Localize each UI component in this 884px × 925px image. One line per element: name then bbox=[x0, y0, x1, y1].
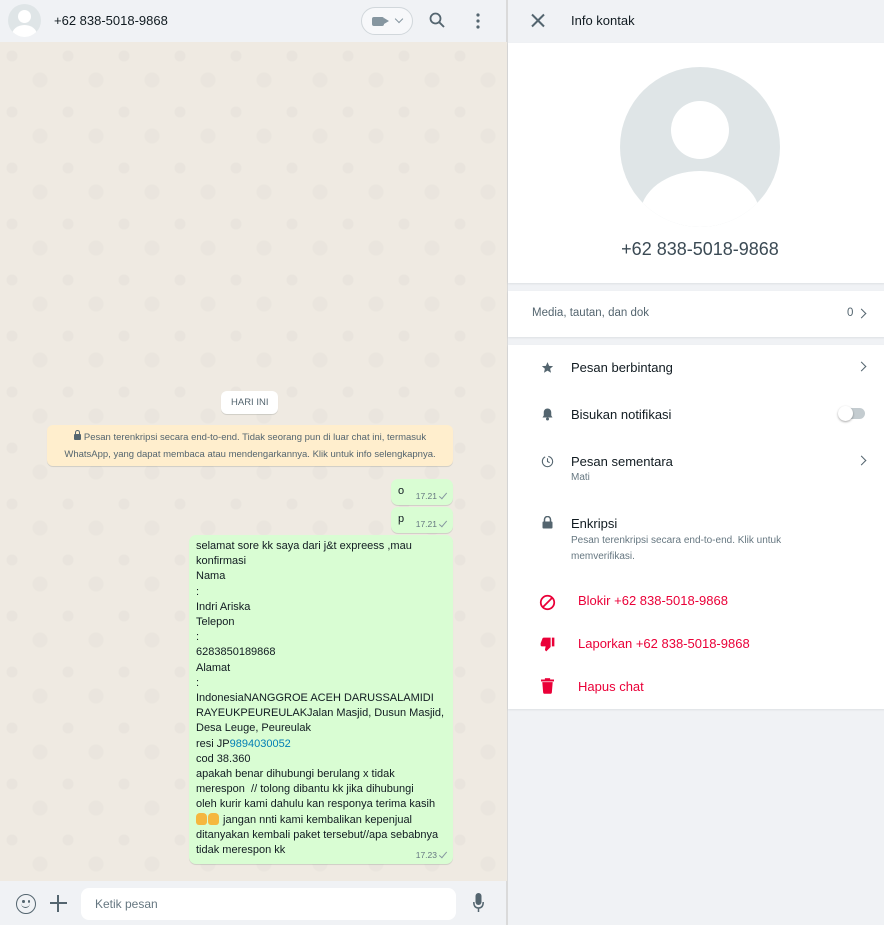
disappearing-label: Pesan sementara bbox=[571, 454, 673, 469]
message-time: 17.21 bbox=[415, 519, 437, 529]
timer-icon bbox=[541, 455, 554, 468]
report-label: Laporkan +62 838-5018-9868 bbox=[578, 636, 750, 651]
chevron-down-icon bbox=[394, 14, 404, 24]
message-text: o bbox=[398, 485, 405, 497]
media-count: 0 bbox=[847, 307, 854, 319]
profile-section: +62 838-5018-9868 bbox=[508, 43, 884, 283]
message-line: : bbox=[196, 585, 200, 598]
media-links-docs-row[interactable]: Media, tautan, dan dok 0 bbox=[508, 291, 884, 337]
message-line: Alamat bbox=[196, 661, 231, 674]
phone-link[interactable]: 6283850189868 bbox=[196, 645, 446, 660]
encryption-notice-text: Pesan terenkripsi secara end-to-end. Tid… bbox=[64, 432, 436, 460]
message-line: apakah benar dihubungi berulang x tidak bbox=[196, 768, 395, 781]
trash-icon bbox=[541, 678, 554, 694]
message-line: : bbox=[196, 676, 200, 689]
message-time: 17.23 bbox=[415, 850, 437, 860]
video-camera-icon bbox=[372, 17, 389, 26]
info-title: Info kontak bbox=[571, 13, 635, 28]
microphone-icon[interactable] bbox=[473, 893, 484, 913]
bell-icon bbox=[542, 408, 553, 421]
thumbs-down-icon bbox=[540, 637, 555, 652]
mute-label: Bisukan notifikasi bbox=[571, 407, 672, 422]
more-options-icon[interactable] bbox=[470, 12, 486, 30]
message-meta: 17.21 bbox=[415, 490, 448, 501]
chat-pane: +62 838-5018-9868 HARI INI Pesan terenkr… bbox=[0, 0, 507, 925]
message-input[interactable] bbox=[81, 888, 456, 920]
disappearing-status: Mati bbox=[571, 472, 590, 483]
settings-section: Pesan berbintang Bisukan notifikasi Pesa… bbox=[508, 345, 884, 709]
message-line: Indri Ariska bbox=[196, 600, 251, 613]
mute-toggle[interactable] bbox=[838, 406, 865, 421]
folded-hands-emoji-icon bbox=[196, 812, 207, 825]
contact-avatar[interactable] bbox=[8, 4, 41, 37]
block-label: Blokir +62 838-5018-9868 bbox=[578, 593, 728, 608]
message-line: jangan nnti kami kembalikan kepenjual bbox=[196, 812, 446, 828]
outgoing-message[interactable]: selamat sore kk saya dari j&t expreess ,… bbox=[189, 535, 453, 864]
contact-info-pane: Info kontak +62 838-5018-9868 Media, tau… bbox=[507, 0, 884, 925]
encryption-description: memverifikasi. bbox=[571, 551, 635, 562]
tracking-link[interactable]: 9894030052 bbox=[230, 738, 291, 750]
message-meta: 17.21 bbox=[415, 518, 448, 529]
message-line: merespon // tolong dibantu kk jika dihub… bbox=[196, 783, 414, 796]
folded-hands-emoji-icon bbox=[208, 812, 219, 825]
message-line: selamat sore kk saya dari j&t expreess ,… bbox=[196, 540, 412, 552]
message-line: : bbox=[196, 631, 200, 644]
message-line: RAYEUKPEUREULAKJalan Masjid, Dusun Masji… bbox=[196, 707, 444, 720]
encryption-notice[interactable]: Pesan terenkripsi secara end-to-end. Tid… bbox=[47, 425, 453, 466]
message-text: p bbox=[398, 513, 405, 525]
chevron-right-icon bbox=[856, 455, 867, 466]
sent-check-icon bbox=[438, 518, 448, 527]
message-meta: 17.23 bbox=[415, 849, 448, 860]
attach-plus-icon[interactable] bbox=[50, 895, 67, 912]
message-line: cod 38.360 bbox=[196, 752, 251, 765]
media-label: Media, tautan, dan dok bbox=[532, 307, 649, 319]
outgoing-message[interactable]: o 17.21 bbox=[391, 479, 453, 505]
message-time: 17.21 bbox=[415, 491, 437, 501]
lock-icon bbox=[73, 430, 81, 440]
message-line: Desa Leuge, Peureulak bbox=[196, 722, 311, 735]
message-composer bbox=[0, 881, 507, 925]
message-line: ditanyakan kembali paket tersebut//apa s… bbox=[196, 828, 439, 841]
delete-chat-label: Hapus chat bbox=[578, 679, 644, 694]
message-line: Nama bbox=[196, 570, 226, 583]
close-icon[interactable] bbox=[530, 13, 545, 28]
message-line: IndonesiaNANGGROE ACEH DARUSSALAMIDI bbox=[196, 692, 434, 705]
chevron-right-icon bbox=[856, 361, 867, 372]
encryption-description: Pesan terenkripsi secara end-to-end. Kli… bbox=[571, 535, 782, 546]
message-text: resi JP bbox=[196, 737, 230, 750]
message-line: resi JP9894030052 bbox=[196, 737, 446, 752]
outgoing-message[interactable]: p 17.21 bbox=[391, 507, 453, 533]
message-line: tidak merespon kk bbox=[196, 844, 286, 857]
chevron-right-icon bbox=[856, 308, 867, 319]
chat-header[interactable]: +62 838-5018-9868 bbox=[0, 0, 507, 42]
star-icon bbox=[541, 362, 554, 373]
starred-label: Pesan berbintang bbox=[571, 360, 673, 375]
block-icon bbox=[539, 594, 556, 611]
message-line: Telepon bbox=[196, 616, 235, 629]
video-call-button[interactable] bbox=[361, 7, 413, 35]
emoji-icon[interactable] bbox=[16, 894, 36, 914]
message-text: jangan nnti kami kembalikan kepenjual bbox=[220, 813, 413, 826]
message-line: konfirmasi bbox=[196, 555, 247, 568]
lock-icon bbox=[542, 516, 553, 529]
encryption-label: Enkripsi bbox=[571, 516, 618, 531]
info-header: Info kontak bbox=[508, 0, 884, 42]
day-separator: HARI INI bbox=[221, 391, 279, 414]
search-icon[interactable] bbox=[429, 12, 445, 28]
profile-name: +62 838-5018-9868 bbox=[621, 239, 779, 259]
profile-avatar[interactable] bbox=[620, 67, 780, 227]
sent-check-icon bbox=[438, 490, 448, 499]
chat-contact-name[interactable]: +62 838-5018-9868 bbox=[54, 13, 168, 28]
message-line: oleh kurir kami dahulu kan responya teri… bbox=[196, 798, 436, 811]
